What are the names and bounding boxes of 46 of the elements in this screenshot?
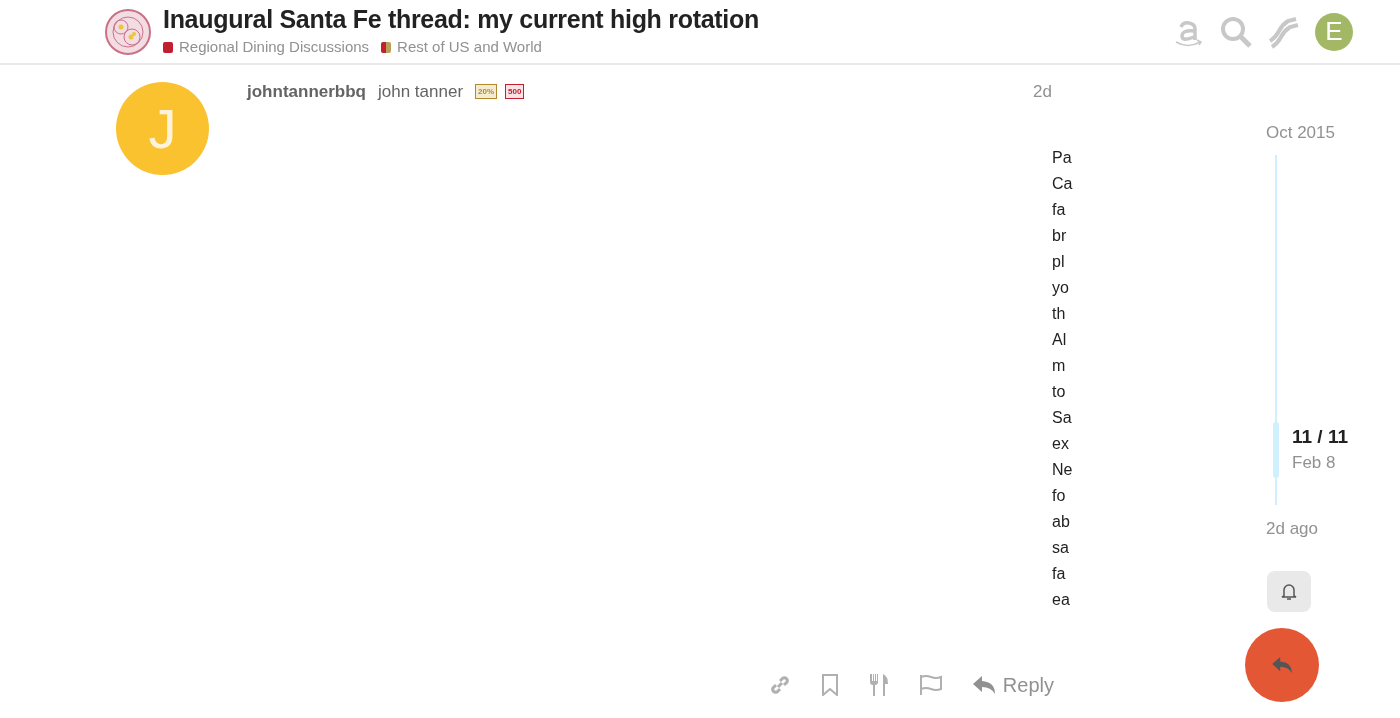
post-text-line: to <box>1052 382 1067 402</box>
logo-icon[interactable] <box>105 8 151 55</box>
topic-title[interactable]: Inaugural Santa Fe thread: my current high rotation <box>163 4 759 35</box>
post-date[interactable]: 2d <box>1033 79 1052 105</box>
full-name: john tanner <box>378 81 464 103</box>
post-date: Feb 8 <box>1292 452 1336 474</box>
post-position: 11 / 11 <box>1292 425 1348 449</box>
reply-icon <box>1272 657 1292 673</box>
bell-icon <box>1281 582 1297 601</box>
post-text-line: Al <box>1052 330 1068 350</box>
flag-icon[interactable] <box>918 674 943 696</box>
reply-button[interactable]: Reply <box>972 670 1054 700</box>
post-text-line: sa <box>1052 538 1070 558</box>
post-text-line: fa <box>1052 564 1067 584</box>
link-icon[interactable] <box>768 674 791 696</box>
post-text-line: m <box>1052 356 1067 376</box>
post-text-line: Ne <box>1052 460 1073 480</box>
username[interactable]: johntannerbbq <box>247 79 366 105</box>
category-name: Rest of US and World <box>397 37 542 58</box>
post-text-line: ex <box>1052 434 1070 454</box>
post-text-line: fo <box>1052 486 1067 506</box>
post-text-line: br <box>1052 226 1068 246</box>
category-link[interactable]: Regional Dining Discussions <box>163 36 370 59</box>
search-icon[interactable] <box>1219 14 1253 49</box>
timeline-handle[interactable] <box>1273 422 1279 478</box>
post-text-line: th <box>1052 304 1067 324</box>
post-text-line: Pa <box>1052 148 1073 168</box>
category-name: Regional Dining Discussions <box>179 37 370 58</box>
post-text-line: ab <box>1052 512 1071 532</box>
user-avatar[interactable]: E <box>1315 12 1353 51</box>
post-text-line: Ca <box>1052 174 1073 194</box>
post-text-line: yo <box>1052 278 1070 298</box>
post-text-line: ea <box>1052 590 1071 610</box>
bacon-icon[interactable] <box>1267 14 1301 49</box>
post-text-line: Sa <box>1052 408 1073 428</box>
badge[interactable]: 20% <box>475 84 498 100</box>
reply-icon <box>972 676 995 694</box>
badge[interactable]: 500 <box>505 84 525 100</box>
post-text-line: fa <box>1052 200 1067 220</box>
fork-knife-icon[interactable] <box>868 673 889 697</box>
timeline-end-date[interactable]: 2d ago <box>1266 516 1318 542</box>
category-link[interactable]: Rest of US and World <box>381 36 542 59</box>
bookmark-icon[interactable] <box>820 674 839 696</box>
post-text-line: pl <box>1052 252 1066 272</box>
timeline-start-date[interactable]: Oct 2015 <box>1266 120 1335 146</box>
notification-button[interactable] <box>1267 571 1311 612</box>
